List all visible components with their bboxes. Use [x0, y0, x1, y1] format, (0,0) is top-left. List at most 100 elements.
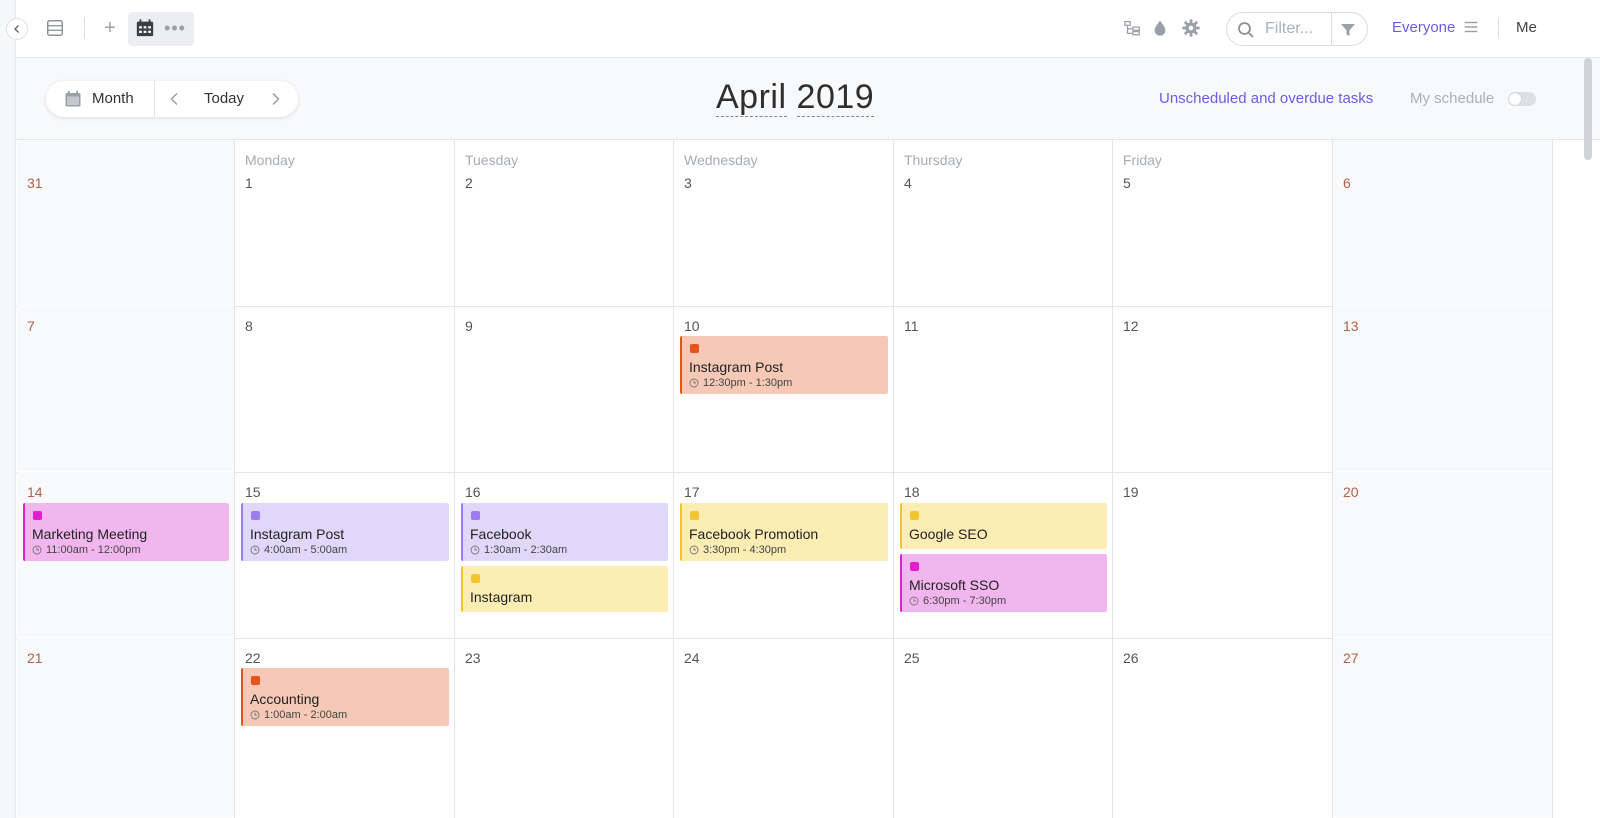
filter-input[interactable]: [1265, 19, 1331, 39]
day-number: 25: [904, 650, 920, 666]
everyone-assignee-filter[interactable]: Everyone: [1392, 19, 1455, 36]
today-button[interactable]: Today: [204, 90, 244, 107]
toggle-knob: [1509, 93, 1521, 105]
event-time-text: 1:30am - 2:30am: [484, 544, 568, 556]
chevron-right-icon[interactable]: [266, 90, 284, 108]
event-time: 11:00am - 12:00pm: [32, 544, 141, 556]
color-drop-icon[interactable]: [1150, 17, 1170, 39]
event-card[interactable]: Instagram: [461, 566, 668, 612]
more-options-icon[interactable]: •••: [162, 17, 188, 39]
day-cell[interactable]: [1333, 140, 1552, 305]
event-card[interactable]: Microsoft SSO 6:30pm - 7:30pm: [900, 554, 1107, 612]
event-title: Facebook Promotion: [689, 526, 819, 542]
event-title: Instagram Post: [689, 359, 784, 375]
day-cell[interactable]: [894, 140, 1112, 305]
event-card[interactable]: Instagram Post 12:30pm - 1:30pm: [680, 336, 888, 394]
event-time: 3:30pm - 4:30pm: [689, 544, 786, 556]
day-number: 16: [465, 484, 481, 500]
title-year[interactable]: 2019: [796, 78, 875, 117]
clock-icon: [250, 545, 260, 555]
day-number: 27: [1343, 650, 1359, 666]
day-cell[interactable]: [455, 306, 673, 471]
pill-divider: [154, 81, 155, 117]
event-time: 1:00am - 2:00am: [250, 709, 347, 721]
day-cell[interactable]: [1113, 306, 1332, 471]
menu-lines-icon[interactable]: [1462, 18, 1482, 38]
day-number: 11: [904, 318, 919, 334]
clock-icon: [689, 545, 699, 555]
add-view-icon[interactable]: +: [100, 17, 120, 39]
event-status-dot: [910, 511, 919, 520]
day-number: 5: [1123, 175, 1131, 191]
day-number: 10: [684, 318, 700, 334]
day-cell[interactable]: [235, 306, 454, 471]
day-number: 20: [1343, 484, 1359, 500]
event-status-dot: [471, 511, 480, 520]
day-number: 8: [245, 318, 253, 334]
day-cell[interactable]: [1113, 472, 1332, 637]
day-number: 2: [465, 175, 473, 191]
event-time-text: 4:00am - 5:00am: [264, 544, 348, 556]
funnel-filter-icon[interactable]: [1339, 21, 1357, 39]
day-number: 31: [27, 175, 43, 191]
day-cell[interactable]: [17, 306, 234, 471]
day-cell[interactable]: [455, 638, 673, 817]
day-cell[interactable]: [455, 140, 673, 305]
day-number: 7: [27, 318, 35, 334]
day-number: 6: [1343, 175, 1351, 191]
day-number: 26: [1123, 650, 1139, 666]
event-card[interactable]: Accounting 1:00am - 2:00am: [241, 668, 449, 726]
day-cell[interactable]: [1333, 306, 1552, 471]
day-cell[interactable]: [674, 638, 893, 817]
event-card[interactable]: Facebook 1:30am - 2:30am: [461, 503, 668, 561]
day-cell[interactable]: [894, 638, 1112, 817]
day-cell[interactable]: [1113, 638, 1332, 817]
chevron-left-icon[interactable]: [166, 90, 184, 108]
day-cell[interactable]: [674, 140, 893, 305]
event-time: 12:30pm - 1:30pm: [689, 377, 792, 389]
settings-gear-icon[interactable]: [1180, 17, 1202, 39]
clock-icon: [32, 545, 42, 555]
day-number: 14: [27, 484, 43, 500]
month-view-button[interactable]: Month: [92, 90, 134, 107]
day-number: 12: [1123, 318, 1139, 334]
day-number: 13: [1343, 318, 1359, 334]
day-cell[interactable]: [1333, 472, 1552, 637]
event-title: Microsoft SSO: [909, 577, 1000, 593]
filter-search-box: [1226, 12, 1368, 46]
unscheduled-overdue-link[interactable]: Unscheduled and overdue tasks: [1159, 90, 1373, 107]
day-cell[interactable]: [235, 140, 454, 305]
event-status-dot: [690, 511, 699, 520]
subtasks-icon[interactable]: [1122, 17, 1142, 39]
event-time-text: 3:30pm - 4:30pm: [703, 544, 787, 556]
event-title: Instagram: [470, 589, 533, 605]
list-view-icon[interactable]: [44, 17, 66, 39]
top-toolbar: + ••• Everyone Me: [16, 0, 1600, 58]
day-cell[interactable]: [1333, 638, 1552, 817]
day-number: 23: [465, 650, 481, 666]
title-month[interactable]: April: [716, 78, 787, 117]
event-title: Marketing Meeting: [32, 526, 148, 542]
event-card[interactable]: Facebook Promotion 3:30pm - 4:30pm: [680, 503, 888, 561]
calendar-view-icon[interactable]: [134, 17, 156, 39]
event-card[interactable]: Marketing Meeting 11:00am - 12:00pm: [23, 503, 229, 561]
me-filter-button[interactable]: Me: [1516, 19, 1537, 36]
day-number: 15: [245, 484, 261, 500]
event-card[interactable]: Google SEO: [900, 503, 1107, 549]
collapse-sidebar-button[interactable]: [6, 18, 28, 40]
event-title: Accounting: [250, 691, 320, 707]
event-status-dot: [471, 574, 480, 583]
day-cell[interactable]: [894, 306, 1112, 471]
day-cell[interactable]: [17, 638, 234, 817]
scrollbar[interactable]: [1584, 58, 1592, 160]
day-cell[interactable]: [17, 140, 234, 305]
event-status-dot: [251, 676, 260, 685]
day-cell[interactable]: [235, 638, 454, 817]
day-cell[interactable]: [1113, 140, 1332, 305]
chevron-left-icon: [14, 25, 19, 33]
my-schedule-toggle[interactable]: [1508, 92, 1536, 106]
event-status-dot: [910, 562, 919, 571]
event-time: 4:00am - 5:00am: [250, 544, 347, 556]
day-number: 18: [904, 484, 920, 500]
event-card[interactable]: Instagram Post 4:00am - 5:00am: [241, 503, 449, 561]
